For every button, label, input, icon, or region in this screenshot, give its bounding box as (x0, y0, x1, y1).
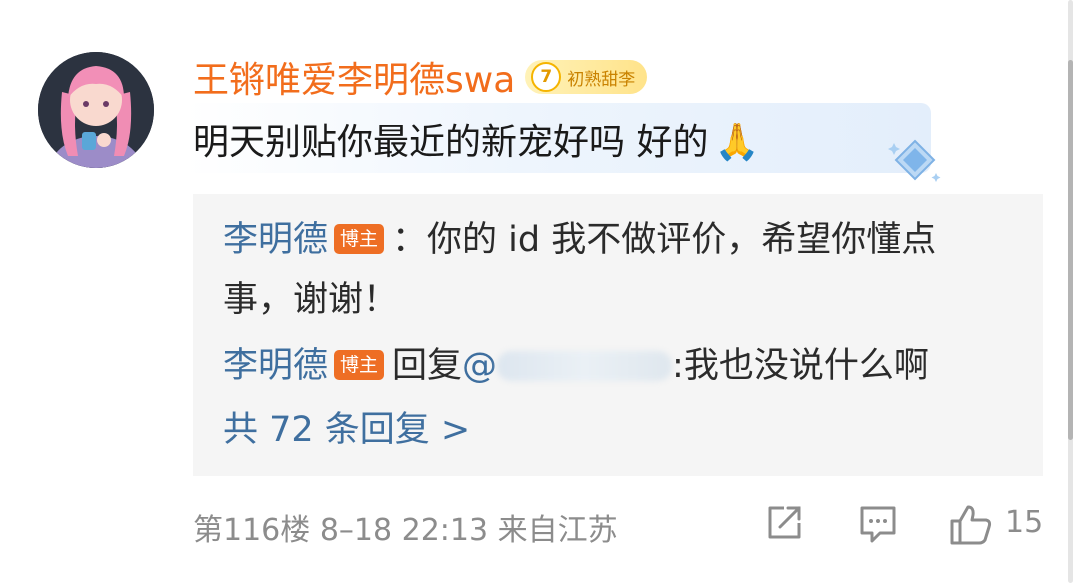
reply-text-line1: 你的 id 我不做评价，希望你懂点 (427, 220, 937, 260)
replies-panel[interactable]: 李明德 博主 ：你的 id 我不做评价，希望你懂点 事，谢谢！ 李明德 博主 回复@:我… (193, 194, 1043, 476)
comment-body: 明天别贴你最近的新宠好吗 好的 (193, 122, 709, 163)
like-count: 15 (1005, 505, 1044, 540)
reply-item[interactable]: 李明德 博主 回复@ :我也没说什么啊 (223, 338, 1013, 394)
comment-icon[interactable] (858, 503, 898, 545)
comment-text[interactable]: 明天别贴你最近的新宠好吗 好的 🙏 (193, 113, 759, 165)
share-icon[interactable] (764, 503, 804, 543)
reply-prefix: 回复 (392, 346, 463, 386)
comment-meta: 第116楼 8–18 22:13 来自江苏 (193, 505, 618, 549)
blurred-username (497, 351, 673, 381)
host-badge: 博主 (334, 350, 385, 380)
host-badge: 博主 (334, 224, 385, 254)
reply-separator: ： (392, 220, 428, 260)
fan-level-title: 初熟甜李 (567, 69, 636, 90)
comment-date: 8–18 (319, 513, 393, 548)
comment-username[interactable]: 王锵唯爱李明德swa (193, 51, 515, 103)
view-all-replies-link[interactable]: 共 72 条回复 > (223, 402, 1013, 458)
scrollbar-thumb[interactable] (1068, 60, 1073, 440)
diamond-decoration-icon (888, 139, 941, 182)
comment-time: 22:13 (401, 513, 489, 548)
reply-mention[interactable]: @ (462, 346, 673, 386)
reply-author[interactable]: 李明德 (223, 220, 328, 260)
fan-level-badge[interactable]: 7 初熟甜李 (525, 60, 648, 94)
reply-item[interactable]: 李明德 博主 ：你的 id 我不做评价，希望你懂点 (223, 212, 1013, 268)
fan-level-number: 7 (531, 62, 562, 92)
avatar[interactable] (38, 52, 154, 168)
reply-text: :我也没说什么啊 (672, 346, 929, 386)
anime-avatar-image (38, 52, 154, 168)
reply-item-continuation: 事，谢谢！ (223, 272, 1013, 328)
thumbs-up-icon[interactable] (948, 503, 994, 547)
floor-number: 第116楼 (193, 513, 311, 548)
mention-symbol: @ (462, 346, 498, 386)
reply-author[interactable]: 李明德 (223, 346, 328, 386)
pray-emoji: 🙏 (714, 122, 760, 163)
comment-location: 来自江苏 (497, 513, 618, 548)
reply-text-line2: 事，谢谢！ (223, 280, 399, 320)
comment-header: 王锵唯爱李明德swa 7 初熟甜李 (193, 55, 648, 101)
